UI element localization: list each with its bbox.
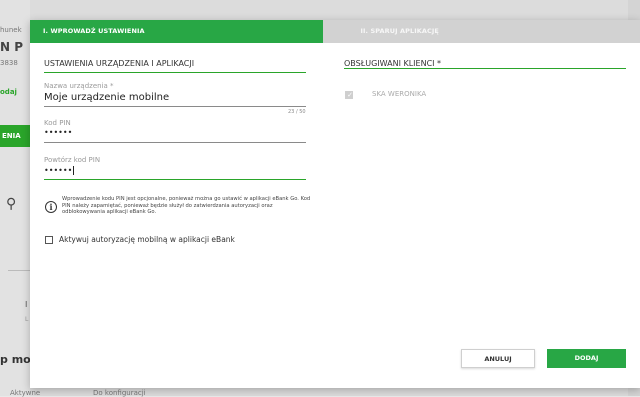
- bg-text-section: p mo: [0, 353, 31, 366]
- pin-underline: [44, 142, 306, 143]
- bg-text-heading: N P: [0, 40, 23, 54]
- mobile-auth-checkbox[interactable]: [45, 236, 53, 244]
- repeat-pin-underline: [44, 179, 306, 180]
- device-settings-dialog: I. WPROWADŹ USTAWIENIA II. SPARUJ APLIKA…: [30, 20, 640, 388]
- repeat-pin-value: ••••••: [44, 166, 72, 175]
- bg-text-letter-i: I: [25, 300, 27, 309]
- bg-search-icon: ⚲: [6, 196, 16, 212]
- clients-title: OBSŁUGIWANI KLIENCI *: [344, 59, 441, 68]
- device-settings-divider: [44, 72, 306, 73]
- add-button[interactable]: DODAJ: [547, 349, 626, 368]
- bg-tab-active: ENIA: [0, 125, 30, 147]
- bg-text-account: hunek: [0, 26, 22, 34]
- pin-label: Kod PIN: [44, 119, 71, 127]
- stepper: I. WPROWADŹ USTAWIENIA II. SPARUJ APLIKA…: [30, 20, 640, 43]
- cancel-button[interactable]: ANULUJ: [461, 349, 535, 368]
- client-label: SKA WERONIKA: [372, 90, 426, 98]
- pin-info-text: Wprowadzenie kodu PIN jest opcjonalne, p…: [62, 196, 312, 216]
- pin-input[interactable]: ••••••: [44, 128, 72, 137]
- bg-divider: [8, 270, 30, 271]
- text-caret: [73, 166, 74, 175]
- device-settings-title: USTAWIENIA URZĄDZENIA I APLIKACJI: [44, 59, 194, 68]
- step-pair-app[interactable]: II. SPARUJ APLIKACJĘ: [323, 20, 640, 43]
- info-icon: i: [45, 201, 57, 213]
- bg-text-letter-l: L: [25, 316, 28, 323]
- bg-text-number: 3838: [0, 59, 18, 67]
- repeat-pin-label: Powtórz kod PIN: [44, 156, 100, 164]
- repeat-pin-input[interactable]: ••••••: [44, 166, 74, 175]
- device-name-underline: [44, 106, 306, 107]
- checkmark-icon: ✓: [346, 90, 354, 100]
- client-checkbox[interactable]: ✓: [345, 91, 353, 99]
- step-enter-settings[interactable]: I. WPROWADŹ USTAWIENIA: [30, 20, 323, 43]
- device-name-input[interactable]: Moje urządzenie mobilne: [44, 92, 169, 103]
- bg-text-add-link: odaj: [0, 88, 17, 96]
- clients-divider: [344, 68, 626, 69]
- device-name-counter: 23 / 50: [288, 109, 306, 115]
- device-name-label: Nazwa urządzenia *: [44, 82, 114, 90]
- mobile-auth-label[interactable]: Aktywuj autoryzację mobilną w aplikacji …: [59, 235, 235, 244]
